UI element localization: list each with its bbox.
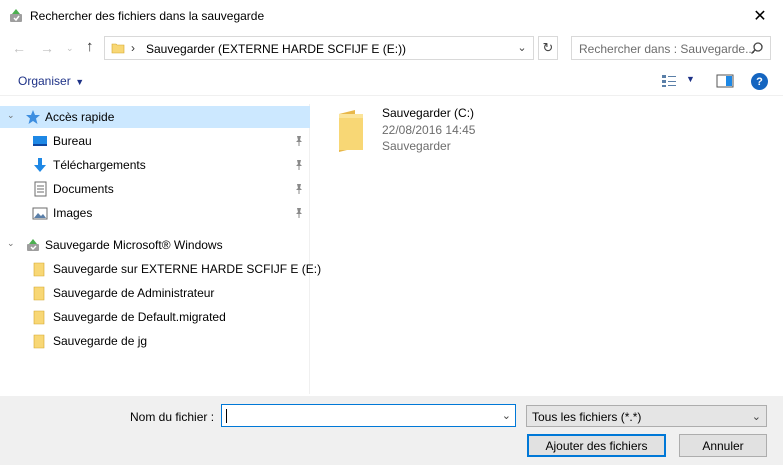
pin-icon[interactable] (293, 135, 305, 147)
address-bar[interactable]: › Sauvegarder (EXTERNE HARDE SCFIJF E (E… (104, 36, 534, 60)
title-bar: Rechercher des fichiers dans la sauvegar… (0, 0, 783, 32)
search-input[interactable]: Rechercher dans : Sauvegarde... (571, 36, 771, 60)
sidebar-item-label: Sauvegarde Microsoft® Windows (45, 238, 223, 252)
up-arrow-icon[interactable]: ↑ (86, 38, 94, 55)
close-button[interactable]: ✕ (737, 0, 783, 32)
sidebar-item-backup-folder[interactable]: Sauvegarde de jg (0, 330, 310, 352)
folder-icon (111, 43, 125, 54)
file-name: Sauvegarder (C:) (382, 106, 475, 120)
folder-icon (33, 334, 45, 349)
folder-icon (33, 262, 45, 277)
preview-pane-icon[interactable] (716, 74, 734, 88)
back-arrow-icon[interactable]: ← (12, 40, 26, 56)
sidebar-item-label: Téléchargements (53, 158, 146, 172)
backup-icon (27, 239, 39, 251)
sidebar-item-label: Sauvegarde sur EXTERNE HARDE SCFIJF E (E… (53, 262, 322, 276)
navigation-pane: ⌄ Accès rapide Bureau Téléchargements Do (0, 104, 321, 394)
backup-app-icon (10, 9, 22, 22)
sidebar-item-label: Bureau (53, 134, 92, 148)
window-title: Rechercher des fichiers dans la sauvegar… (30, 9, 265, 23)
help-icon[interactable]: ? (751, 73, 768, 90)
desktop-icon (33, 136, 47, 146)
sidebar-item-label: Sauvegarde de jg (53, 334, 148, 348)
search-icon[interactable] (750, 41, 764, 55)
expand-chevron-icon[interactable]: ⌄ (7, 110, 15, 121)
filename-input[interactable]: ⌄ (221, 404, 516, 427)
refresh-button[interactable]: ↻ (538, 36, 558, 60)
sidebar-item-label: Sauvegarde de Default.migrated (53, 310, 226, 324)
sidebar-item-documents[interactable]: Documents (0, 178, 310, 200)
sidebar-item-backup-folder[interactable]: Sauvegarde de Default.migrated (0, 306, 310, 328)
caret-down-icon: ▼ (72, 77, 85, 87)
file-list-item[interactable]: Sauvegarder (C:) 22/08/2016 14:45 Sauveg… (335, 102, 535, 156)
filter-value: Tous les fichiers (*.*) (532, 410, 642, 424)
sidebar-item-desktop[interactable]: Bureau (0, 130, 310, 152)
address-dropdown-chevron-icon[interactable]: ⌄ (515, 41, 529, 54)
cancel-button[interactable]: Annuler (679, 434, 767, 457)
pin-icon[interactable] (293, 207, 305, 219)
add-files-button[interactable]: Ajouter des fichiers (527, 434, 666, 457)
view-options-icon[interactable] (661, 74, 677, 88)
filter-chevron-down-icon: ⌄ (751, 411, 761, 423)
sidebar-item-downloads[interactable]: Téléchargements (0, 154, 310, 176)
pin-icon[interactable] (293, 183, 305, 195)
filename-label: Nom du fichier : (130, 410, 215, 424)
command-bar: Organiser ▼ ▼ ? (0, 66, 783, 96)
download-icon (34, 158, 46, 172)
organise-menu-button[interactable]: Organiser ▼ (18, 74, 84, 88)
address-path[interactable]: Sauvegarder (EXTERNE HARDE SCFIJF E (E:)… (146, 42, 406, 56)
folder-icon (33, 310, 45, 325)
search-placeholder: Rechercher dans : Sauvegarde... (579, 42, 756, 56)
pictures-icon (32, 207, 48, 220)
file-type-filter-select[interactable]: Tous les fichiers (*.*) ⌄ (526, 405, 767, 427)
pin-icon[interactable] (293, 159, 305, 171)
folder-icon (339, 110, 363, 152)
sidebar-item-quick-access[interactable]: ⌄ Accès rapide (0, 106, 310, 128)
folder-icon (33, 286, 45, 301)
file-date: 22/08/2016 14:45 (382, 123, 476, 137)
forward-arrow-icon[interactable]: → (40, 40, 54, 56)
close-icon: ✕ (753, 8, 767, 25)
sidebar-item-label: Documents (53, 182, 114, 196)
dialog-footer: Nom du fichier : ⌄ Tous les fichiers (*.… (0, 396, 783, 465)
file-type: Sauvegarder (382, 139, 451, 153)
file-list: Sauvegarder (C:) 22/08/2016 14:45 Sauveg… (311, 96, 783, 394)
sidebar-item-windows-backup[interactable]: ⌄ Sauvegarde Microsoft® Windows (0, 234, 310, 256)
organise-label: Organiser (18, 74, 71, 88)
documents-icon (34, 181, 47, 197)
view-caret-down-icon[interactable]: ▼ (686, 74, 695, 84)
star-icon (26, 110, 40, 124)
sidebar-item-label: Images (53, 206, 93, 220)
text-cursor (226, 409, 227, 423)
filename-dropdown-chevron-icon[interactable]: ⌄ (502, 409, 511, 422)
sidebar-item-label: Sauvegarde de Administrateur (53, 286, 215, 300)
sidebar-item-backup-folder[interactable]: Sauvegarde de Administrateur (0, 282, 310, 304)
refresh-icon: ↻ (542, 40, 554, 55)
sidebar-item-pictures[interactable]: Images (0, 202, 310, 224)
recent-locations-chevron-icon[interactable]: ⌄ (66, 43, 74, 54)
sidebar-item-label: Accès rapide (45, 110, 115, 124)
expand-chevron-icon[interactable]: ⌄ (7, 238, 15, 249)
breadcrumb-separator-icon[interactable]: › (131, 41, 135, 55)
sidebar-item-backup-folder[interactable]: Sauvegarde sur EXTERNE HARDE SCFIJF E (E… (0, 258, 321, 280)
